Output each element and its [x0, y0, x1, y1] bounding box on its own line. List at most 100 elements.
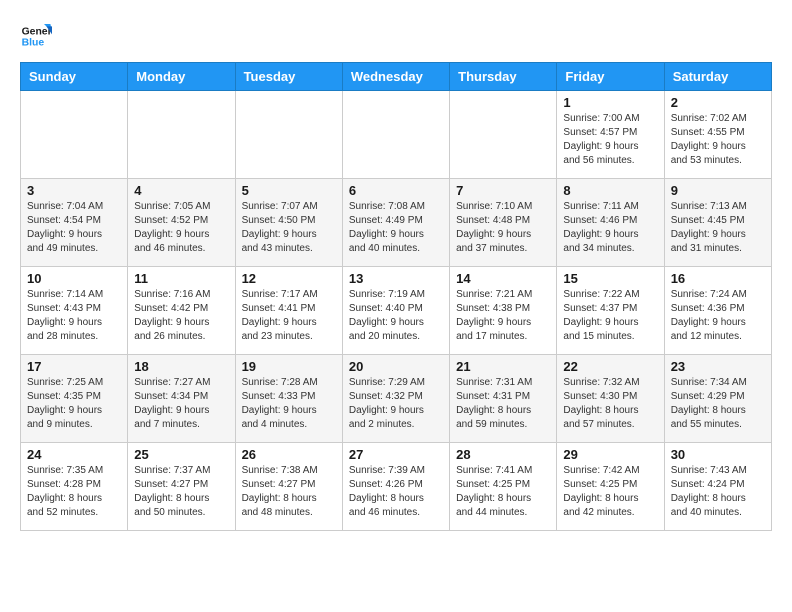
- calendar-cell: 8 Sunrise: 7:11 AM Sunset: 4:46 PM Daylig…: [557, 179, 664, 267]
- logo: General Blue: [20, 20, 56, 52]
- day-info: Sunrise: 7:38 AM Sunset: 4:27 PM Dayligh…: [242, 464, 336, 520]
- svg-text:Blue: Blue: [22, 38, 45, 49]
- day-info: Sunrise: 7:34 AM Sunset: 4:29 PM Dayligh…: [671, 376, 765, 432]
- day-info: Sunrise: 7:10 AM Sunset: 4:48 PM Dayligh…: [456, 200, 550, 256]
- day-info: Sunrise: 7:02 AM Sunset: 4:55 PM Dayligh…: [671, 112, 765, 168]
- day-info: Sunrise: 7:22 AM Sunset: 4:37 PM Dayligh…: [563, 288, 657, 344]
- calendar-table: SundayMondayTuesdayWednesdayThursdayFrid…: [20, 62, 772, 531]
- day-info: Sunrise: 7:17 AM Sunset: 4:41 PM Dayligh…: [242, 288, 336, 344]
- calendar-cell: [235, 91, 342, 179]
- day-info: Sunrise: 7:11 AM Sunset: 4:46 PM Dayligh…: [563, 200, 657, 256]
- page: General Blue SundayMondayTuesdayWednesda…: [0, 0, 792, 541]
- calendar-cell: 30Sunrise: 7:43 AM Sunset: 4:24 PM Dayli…: [664, 443, 771, 531]
- calendar-cell: 1Sunrise: 7:00 AM Sunset: 4:57 PM Daylig…: [557, 91, 664, 179]
- calendar-cell: 24 Sunrise: 7:35 AM Sunset: 4:28 PM Dayli…: [21, 443, 128, 531]
- day-number: 11: [134, 271, 228, 286]
- calendar-cell: 19Sunrise: 7:28 AM Sunset: 4:33 PM Dayli…: [235, 355, 342, 443]
- calendar-cell: 9 Sunrise: 7:13 AM Sunset: 4:45 PM Daylig…: [664, 179, 771, 267]
- day-info: Sunrise: 7:24 AM Sunset: 4:36 PM Dayligh…: [671, 288, 765, 344]
- day-number: 7: [456, 183, 550, 198]
- calendar-cell: 18 Sunrise: 7:27 AM Sunset: 4:34 PM Dayli…: [128, 355, 235, 443]
- calendar-cell: 4 Sunrise: 7:05 AM Sunset: 4:52 PM Daylig…: [128, 179, 235, 267]
- day-number: 10: [27, 271, 121, 286]
- day-info: Sunrise: 7:19 AM Sunset: 4:40 PM Dayligh…: [349, 288, 443, 344]
- calendar-cell: [21, 91, 128, 179]
- day-info: Sunrise: 7:05 AM Sunset: 4:52 PM Dayligh…: [134, 200, 228, 256]
- day-number: 27: [349, 447, 443, 462]
- day-info: Sunrise: 7:32 AM Sunset: 4:30 PM Dayligh…: [563, 376, 657, 432]
- day-info: Sunrise: 7:16 AM Sunset: 4:42 PM Dayligh…: [134, 288, 228, 344]
- logo-icon: General Blue: [20, 20, 52, 52]
- weekday-header-sunday: Sunday: [21, 63, 128, 91]
- calendar-cell: 7 Sunrise: 7:10 AM Sunset: 4:48 PM Daylig…: [450, 179, 557, 267]
- calendar-cell: 27Sunrise: 7:39 AM Sunset: 4:26 PM Dayli…: [342, 443, 449, 531]
- day-number: 12: [242, 271, 336, 286]
- calendar-cell: 22 Sunrise: 7:32 AM Sunset: 4:30 PM Dayli…: [557, 355, 664, 443]
- day-number: 6: [349, 183, 443, 198]
- day-number: 4: [134, 183, 228, 198]
- calendar-cell: [342, 91, 449, 179]
- weekday-header-saturday: Saturday: [664, 63, 771, 91]
- day-number: 1: [563, 95, 657, 110]
- day-number: 15: [563, 271, 657, 286]
- calendar-cell: 26 Sunrise: 7:38 AM Sunset: 4:27 PM Dayli…: [235, 443, 342, 531]
- day-info: Sunrise: 7:41 AM Sunset: 4:25 PM Dayligh…: [456, 464, 550, 520]
- calendar-cell: 14 Sunrise: 7:21 AM Sunset: 4:38 PM Dayli…: [450, 267, 557, 355]
- day-info: Sunrise: 7:08 AM Sunset: 4:49 PM Dayligh…: [349, 200, 443, 256]
- day-number: 14: [456, 271, 550, 286]
- calendar-cell: 11 Sunrise: 7:16 AM Sunset: 4:42 PM Dayli…: [128, 267, 235, 355]
- calendar-header-row: SundayMondayTuesdayWednesdayThursdayFrid…: [21, 63, 772, 91]
- day-number: 3: [27, 183, 121, 198]
- calendar-week-row: 1Sunrise: 7:00 AM Sunset: 4:57 PM Daylig…: [21, 91, 772, 179]
- calendar-week-row: 17 Sunrise: 7:25 AM Sunset: 4:35 PM Dayli…: [21, 355, 772, 443]
- day-number: 26: [242, 447, 336, 462]
- day-number: 16: [671, 271, 765, 286]
- day-info: Sunrise: 7:31 AM Sunset: 4:31 PM Dayligh…: [456, 376, 550, 432]
- day-number: 28: [456, 447, 550, 462]
- calendar-cell: 2 Sunrise: 7:02 AM Sunset: 4:55 PM Daylig…: [664, 91, 771, 179]
- weekday-header-thursday: Thursday: [450, 63, 557, 91]
- day-info: Sunrise: 7:35 AM Sunset: 4:28 PM Dayligh…: [27, 464, 121, 520]
- day-number: 24: [27, 447, 121, 462]
- calendar-cell: 28 Sunrise: 7:41 AM Sunset: 4:25 PM Dayli…: [450, 443, 557, 531]
- day-number: 17: [27, 359, 121, 374]
- day-number: 23: [671, 359, 765, 374]
- day-number: 20: [349, 359, 443, 374]
- day-number: 5: [242, 183, 336, 198]
- day-number: 21: [456, 359, 550, 374]
- calendar-cell: 15 Sunrise: 7:22 AM Sunset: 4:37 PM Dayli…: [557, 267, 664, 355]
- svg-text:General: General: [22, 26, 52, 37]
- day-info: Sunrise: 7:25 AM Sunset: 4:35 PM Dayligh…: [27, 376, 121, 432]
- calendar-cell: 3Sunrise: 7:04 AM Sunset: 4:54 PM Daylig…: [21, 179, 128, 267]
- calendar-cell: 23 Sunrise: 7:34 AM Sunset: 4:29 PM Dayli…: [664, 355, 771, 443]
- day-info: Sunrise: 7:29 AM Sunset: 4:32 PM Dayligh…: [349, 376, 443, 432]
- day-info: Sunrise: 7:07 AM Sunset: 4:50 PM Dayligh…: [242, 200, 336, 256]
- calendar-cell: 13 Sunrise: 7:19 AM Sunset: 4:40 PM Dayli…: [342, 267, 449, 355]
- calendar-week-row: 10 Sunrise: 7:14 AM Sunset: 4:43 PM Dayli…: [21, 267, 772, 355]
- weekday-header-friday: Friday: [557, 63, 664, 91]
- day-info: Sunrise: 7:37 AM Sunset: 4:27 PM Dayligh…: [134, 464, 228, 520]
- calendar-cell: [128, 91, 235, 179]
- day-number: 2: [671, 95, 765, 110]
- calendar-cell: 20 Sunrise: 7:29 AM Sunset: 4:32 PM Dayli…: [342, 355, 449, 443]
- calendar-cell: 12 Sunrise: 7:17 AM Sunset: 4:41 PM Dayli…: [235, 267, 342, 355]
- calendar-cell: [450, 91, 557, 179]
- calendar-cell: 29Sunrise: 7:42 AM Sunset: 4:25 PM Dayli…: [557, 443, 664, 531]
- calendar-cell: 10 Sunrise: 7:14 AM Sunset: 4:43 PM Dayli…: [21, 267, 128, 355]
- weekday-header-monday: Monday: [128, 63, 235, 91]
- calendar-cell: 5 Sunrise: 7:07 AM Sunset: 4:50 PM Daylig…: [235, 179, 342, 267]
- day-number: 8: [563, 183, 657, 198]
- day-info: Sunrise: 7:28 AM Sunset: 4:33 PM Dayligh…: [242, 376, 336, 432]
- day-number: 13: [349, 271, 443, 286]
- day-info: Sunrise: 7:21 AM Sunset: 4:38 PM Dayligh…: [456, 288, 550, 344]
- day-number: 22: [563, 359, 657, 374]
- calendar-week-row: 3Sunrise: 7:04 AM Sunset: 4:54 PM Daylig…: [21, 179, 772, 267]
- day-number: 18: [134, 359, 228, 374]
- day-number: 9: [671, 183, 765, 198]
- day-info: Sunrise: 7:43 AM Sunset: 4:24 PM Dayligh…: [671, 464, 765, 520]
- day-info: Sunrise: 7:27 AM Sunset: 4:34 PM Dayligh…: [134, 376, 228, 432]
- weekday-header-tuesday: Tuesday: [235, 63, 342, 91]
- day-info: Sunrise: 7:14 AM Sunset: 4:43 PM Dayligh…: [27, 288, 121, 344]
- day-info: Sunrise: 7:13 AM Sunset: 4:45 PM Dayligh…: [671, 200, 765, 256]
- weekday-header-wednesday: Wednesday: [342, 63, 449, 91]
